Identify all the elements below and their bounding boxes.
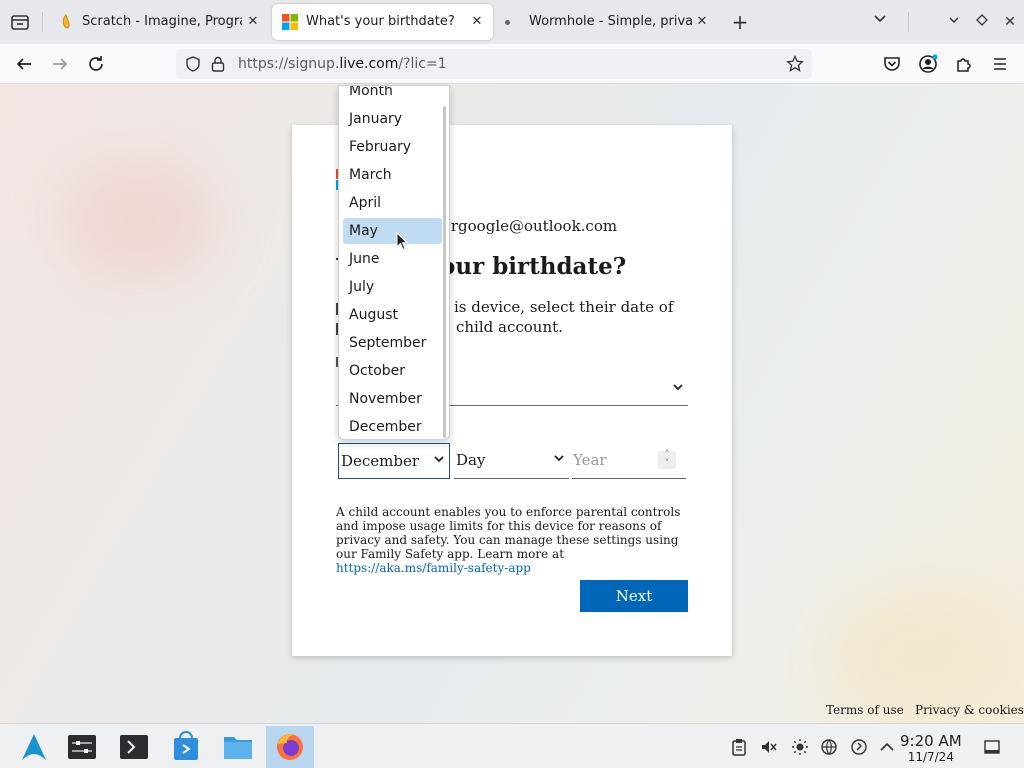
background-decoration xyxy=(60,155,220,285)
chevron-down-icon xyxy=(672,381,684,395)
dropdown-option[interactable]: March xyxy=(343,162,442,188)
show-hidden-icons-icon[interactable] xyxy=(878,738,896,756)
show-desktop-icon[interactable] xyxy=(983,738,1001,756)
dropdown-option[interactable]: January xyxy=(343,106,442,132)
child-account-info: A child account enables you to enforce p… xyxy=(336,505,688,575)
page-description: is device, select their date of child ac… xyxy=(454,297,694,337)
tab-title: Scratch - Imagine, Program xyxy=(82,14,242,29)
close-tab-icon[interactable]: ✕ xyxy=(693,13,711,31)
dropdown-option-highlighted[interactable]: May xyxy=(343,218,442,244)
dropdown-option[interactable]: August xyxy=(343,302,442,328)
clock-date: 11/7/24 xyxy=(907,750,954,764)
minimize-icon[interactable] xyxy=(944,12,964,32)
settings-app-icon[interactable] xyxy=(58,726,106,768)
description-line: child account. xyxy=(456,318,563,336)
clock[interactable]: 9:20 AM 11/7/24 xyxy=(900,732,962,764)
account-icon[interactable] xyxy=(916,52,940,76)
month-dropdown-list[interactable]: Month January February March April May J… xyxy=(338,85,450,440)
tab-wormhole[interactable]: Wormhole - Simple, private ✕ xyxy=(497,4,717,40)
dropdown-option[interactable]: July xyxy=(343,274,442,300)
url-domain: live.com xyxy=(339,56,399,72)
day-placeholder: Day xyxy=(456,451,486,469)
dropdown-option[interactable]: December xyxy=(343,414,442,439)
tab-list-icon[interactable] xyxy=(8,10,32,34)
scratch-favicon-icon xyxy=(58,13,74,30)
close-window-icon[interactable]: ✕ xyxy=(1000,12,1020,32)
web-page: ergoogle@outlook.com our birthdate? is d… xyxy=(0,85,1024,723)
network-icon[interactable] xyxy=(820,738,838,756)
url-prefix: https://signup. xyxy=(238,56,340,72)
year-placeholder: Year xyxy=(573,451,607,469)
url-bar[interactable]: https://signup.live.com/?lic=1 xyxy=(176,49,812,79)
file-manager-icon[interactable] xyxy=(214,726,262,768)
back-icon[interactable] xyxy=(12,52,36,76)
family-safety-link[interactable]: https://aka.ms/family-safety-app xyxy=(336,561,531,575)
page-title: our birthdate? xyxy=(440,253,627,280)
mouse-cursor-icon xyxy=(396,231,410,252)
tab-title: What's your birthdate? xyxy=(306,14,455,29)
info-text: A child account enables you to enforce p… xyxy=(336,505,681,561)
dropdown-option[interactable]: June xyxy=(343,246,442,272)
dropdown-option[interactable]: April xyxy=(343,190,442,216)
close-tab-icon[interactable]: ✕ xyxy=(244,13,262,31)
url-text: https://signup.live.com/?lic=1 xyxy=(238,56,447,72)
shield-icon[interactable] xyxy=(184,55,202,77)
list-all-tabs-icon[interactable] xyxy=(870,12,890,32)
extensions-icon[interactable] xyxy=(952,52,976,76)
tab-title: Wormhole - Simple, private xyxy=(529,14,693,29)
brightness-icon[interactable] xyxy=(791,738,809,756)
dropdown-scrollbar[interactable] xyxy=(443,106,446,438)
lock-icon[interactable] xyxy=(210,55,226,77)
software-store-icon[interactable] xyxy=(162,726,210,768)
privacy-link[interactable]: Privacy & cookies xyxy=(915,703,1024,717)
arch-launcher-icon[interactable] xyxy=(10,726,58,768)
updates-icon[interactable] xyxy=(850,738,868,756)
taskbar: 9:20 AM 11/7/24 xyxy=(0,723,1024,768)
new-tab-icon[interactable]: + xyxy=(730,12,750,32)
menu-icon[interactable] xyxy=(988,52,1012,76)
terms-link[interactable]: Terms of use xyxy=(826,703,904,717)
clock-time: 9:20 AM xyxy=(900,732,962,750)
clipboard-icon[interactable] xyxy=(730,738,748,756)
bookmark-star-icon[interactable] xyxy=(786,54,804,77)
terminal-app-icon[interactable] xyxy=(110,726,158,768)
microsoft-favicon-icon xyxy=(282,14,298,30)
wormhole-favicon-icon xyxy=(505,20,510,25)
spinner-icon[interactable]: ˄ ˅ xyxy=(658,451,676,470)
forward-icon[interactable] xyxy=(48,52,72,76)
navigation-bar: https://signup.live.com/?lic=1 xyxy=(0,44,1024,84)
dropdown-option[interactable]: November xyxy=(343,386,442,412)
close-tab-icon[interactable]: ✕ xyxy=(468,13,486,31)
pocket-icon[interactable] xyxy=(880,52,904,76)
description-line: is device, select their date of xyxy=(454,298,674,316)
chevron-down-icon xyxy=(433,454,445,467)
maximize-icon[interactable] xyxy=(972,12,992,32)
volume-muted-icon[interactable] xyxy=(760,738,778,756)
dropdown-option[interactable]: September xyxy=(343,330,442,356)
tab-scratch[interactable]: Scratch - Imagine, Program ✕ xyxy=(48,4,268,40)
month-select[interactable]: December xyxy=(338,443,450,479)
tab-bar: Scratch - Imagine, Program ✕ What's your… xyxy=(0,0,1024,44)
reload-icon[interactable] xyxy=(84,52,108,76)
next-button[interactable]: Next xyxy=(580,580,688,612)
tab-separator xyxy=(42,12,43,32)
account-email: ergoogle@outlook.com xyxy=(442,217,618,235)
url-suffix: /?lic=1 xyxy=(398,56,447,72)
dropdown-option[interactable]: Month xyxy=(343,86,442,104)
chevron-down-icon xyxy=(553,453,565,466)
tab-separator xyxy=(908,12,909,32)
dropdown-option[interactable]: October xyxy=(343,358,442,384)
month-value: December xyxy=(341,452,420,470)
day-select[interactable]: Day xyxy=(454,443,569,479)
tab-birthdate[interactable]: What's your birthdate? ✕ xyxy=(272,4,493,40)
firefox-app-icon[interactable] xyxy=(266,726,314,768)
year-input[interactable]: Year ˄ ˅ xyxy=(572,443,686,479)
dropdown-option[interactable]: February xyxy=(343,134,442,160)
